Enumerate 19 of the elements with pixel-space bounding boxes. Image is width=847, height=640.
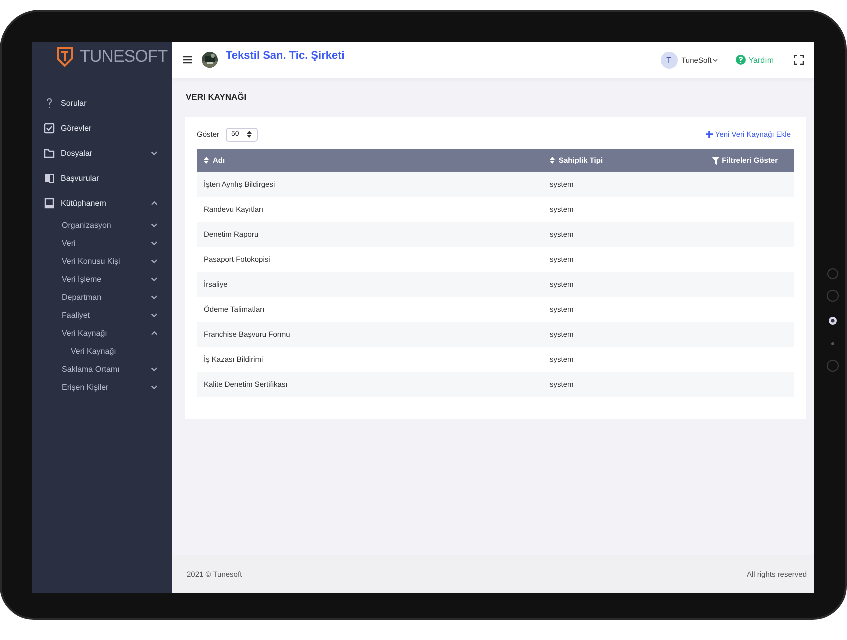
sidebar-item[interactable]: Dosyalar (32, 141, 172, 166)
sidebar-item[interactable]: Sorular (32, 91, 172, 116)
submenu-item[interactable]: Departman (62, 288, 172, 306)
submenu-item[interactable]: Organizasyon (62, 216, 172, 234)
sidebar-item[interactable]: Görevler (32, 116, 172, 141)
submenu-item[interactable]: Veri Kaynağı (62, 342, 172, 360)
submenu-item[interactable]: Veri Kaynağı (62, 324, 172, 342)
user-avatar[interactable]: T (660, 52, 678, 68)
page-title: VERI KAYNAĞI (185, 91, 248, 104)
sidebar-item[interactable]: Başvurular (32, 166, 172, 191)
submenu-item[interactable]: Veri (62, 234, 172, 252)
submenu-item[interactable]: Veri Konusu Kişi (62, 252, 172, 270)
company-name: Tekstil San. Tic. Şirketi (226, 50, 345, 62)
sidebar-item[interactable]: Kütüphanem (32, 191, 172, 216)
submenu-item[interactable]: Faaliyet (62, 306, 172, 324)
submenu-item[interactable]: Erişen Kişiler (62, 378, 172, 396)
submenu-item[interactable]: Veri İşleme (62, 270, 172, 288)
logo-text: TUNESOFT (80, 47, 168, 67)
submenu-item[interactable]: Saklama Ortamı (62, 360, 172, 378)
